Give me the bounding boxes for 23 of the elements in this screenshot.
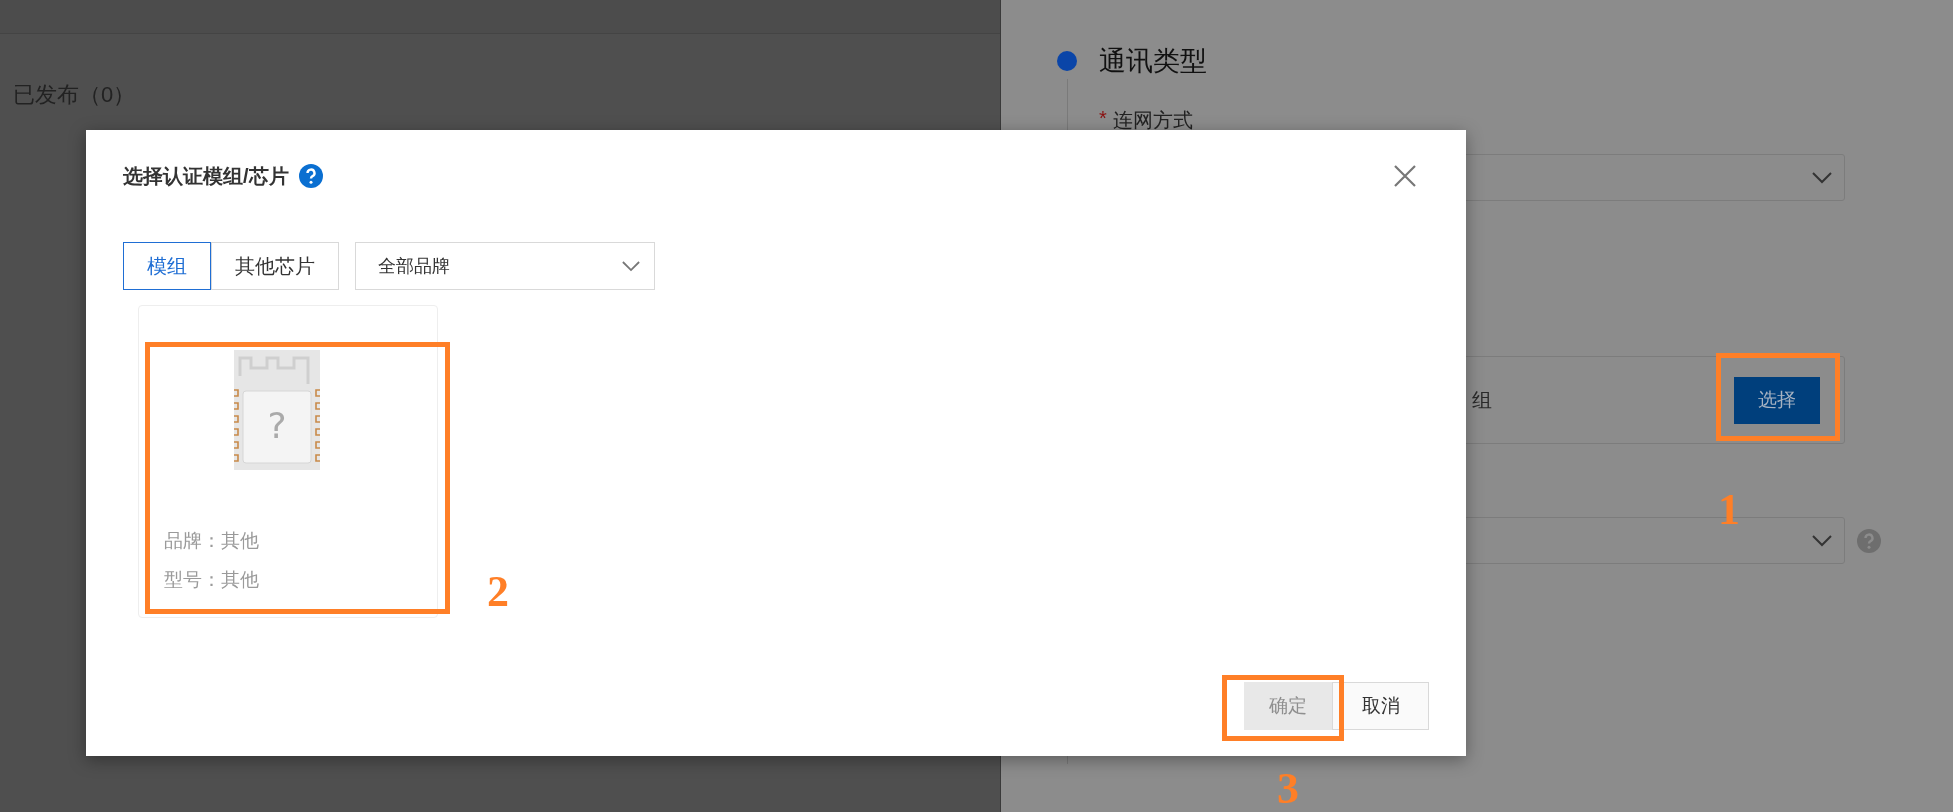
chevron-down-icon [622,260,640,272]
cancel-button[interactable]: 取消 [1332,682,1429,730]
step-number: 3 [1277,767,1299,811]
chevron-down-icon [1812,171,1832,184]
step-dot-icon [1057,51,1077,71]
tab[interactable]: 其他芯片 [211,242,339,290]
model-text: 型号：其他 [164,568,260,592]
close-icon[interactable] [1394,165,1416,187]
select-button[interactable]: 选择 [1734,376,1820,424]
chip-module-drawing: ? [234,350,320,470]
help-icon[interactable] [298,164,323,188]
module-text: 组 [1472,387,1493,413]
step-number: 1 [1718,488,1740,532]
section-title: 通讯类型 [1099,45,1207,78]
dialog-title: 选择认证模组/芯片 [123,163,289,189]
step-number: 2 [487,570,509,614]
brand-text: 品牌：其他 [164,529,260,553]
tab[interactable]: 模组 [123,242,211,290]
chevron-down-icon [1812,534,1832,547]
required-mark: * [1099,107,1107,131]
brand-select[interactable]: 全部品牌 [355,242,655,290]
module-card[interactable]: ? 品牌：其他 型号：其他 [138,305,438,618]
field-label: 连网方式 [1112,108,1193,133]
